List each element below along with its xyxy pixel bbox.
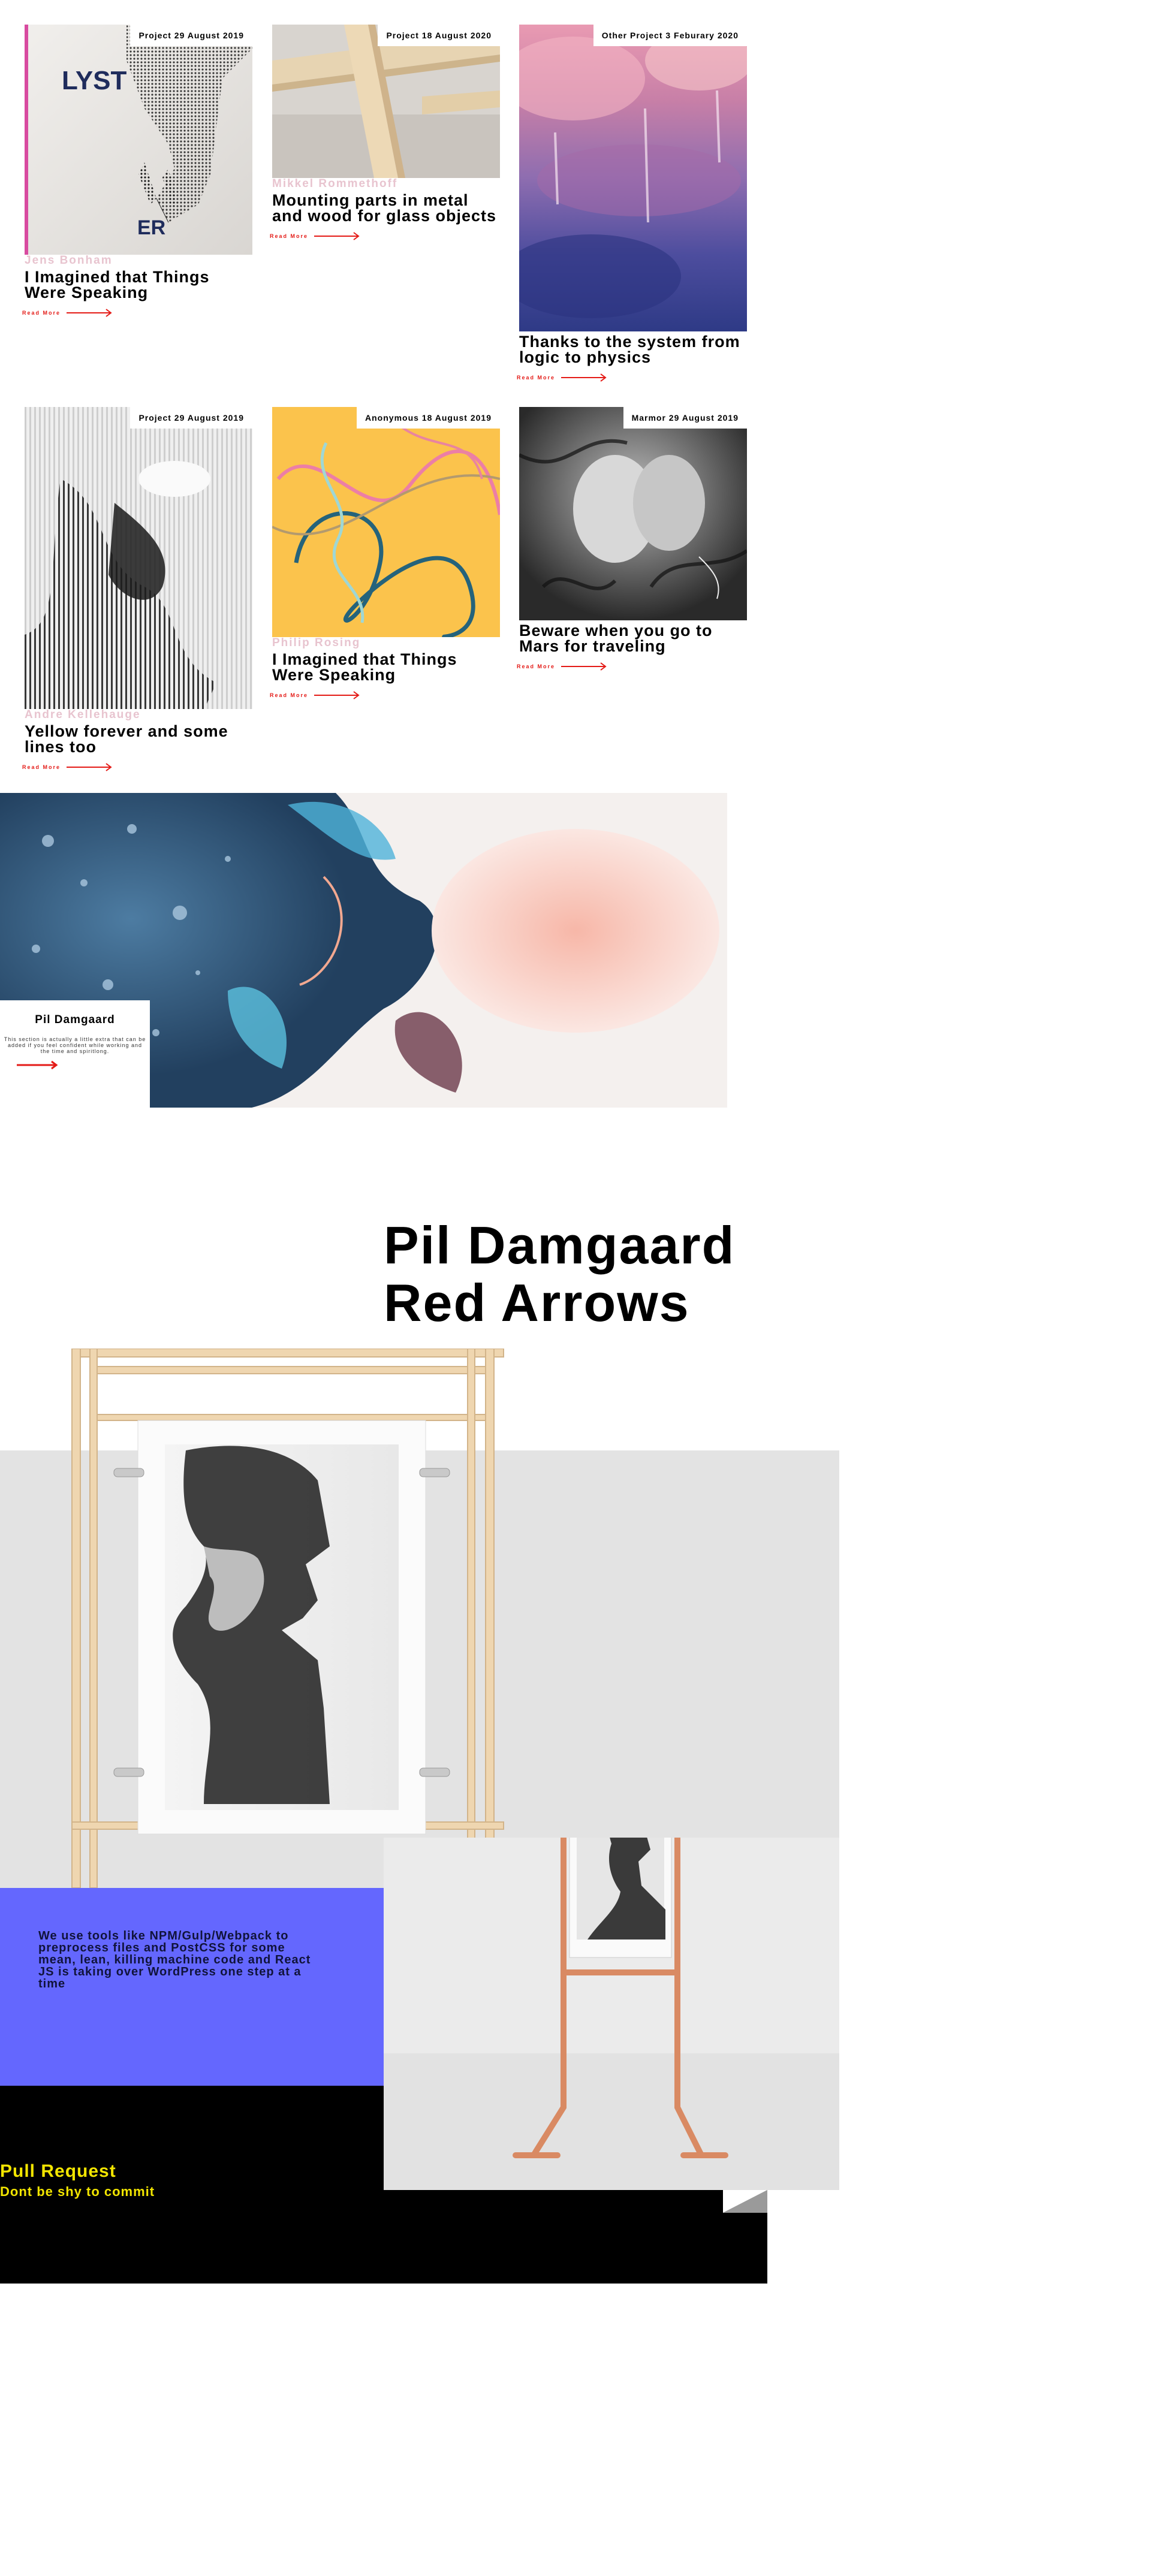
- copper-stand-image: [384, 1838, 839, 2190]
- project-card[interactable]: Marmor 29 August 2019 Beware when you go…: [517, 407, 747, 671]
- date-badge: Project 29 August 2019: [130, 407, 252, 429]
- arrow-right-icon: [561, 373, 607, 382]
- date-badge: Project 18 August 2020: [378, 25, 500, 46]
- read-more-label: Read More: [270, 692, 309, 698]
- marble-stone-photo-image: [519, 407, 747, 620]
- card-image[interactable]: LYST ER Project 29 August 2019: [25, 25, 252, 255]
- poster-text-top: LYST: [62, 66, 127, 95]
- card-image[interactable]: Project 29 August 2019: [25, 407, 252, 709]
- read-more-link[interactable]: Read More: [517, 662, 747, 671]
- read-more-label: Read More: [517, 375, 556, 381]
- tools-panel: We use tools like NPM/Gulp/Webpack to pr…: [0, 1888, 384, 2086]
- read-more-link[interactable]: Read More: [517, 373, 747, 382]
- wooden-stand-image: [66, 1348, 510, 1889]
- poster-text-bottom: ER: [137, 216, 165, 239]
- read-more-link[interactable]: Read More: [270, 691, 500, 699]
- read-more-link[interactable]: Read More: [22, 309, 252, 317]
- yellow-lines-drawing-image: [272, 407, 500, 637]
- hero-description: This section is actually a little extra …: [4, 1036, 146, 1054]
- arrow-right-icon[interactable]: [17, 1060, 59, 1070]
- project-card[interactable]: Project 18 August 2020 Mikkel Rommethoff…: [270, 25, 500, 240]
- arrow-right-icon: [314, 232, 360, 240]
- read-more-link[interactable]: Read More: [270, 232, 500, 240]
- copper-stand-profile-poster: [384, 1838, 839, 2190]
- arrow-right-icon: [561, 662, 607, 671]
- arrow-right-icon: [314, 691, 360, 699]
- card-title[interactable]: I Imagined that Things Were Speaking: [272, 651, 500, 683]
- black-white-distorted-print-image: [25, 407, 252, 709]
- pink-purple-abstract-painting-image: [519, 25, 747, 331]
- card-author: Andre Kellehauge: [25, 708, 141, 721]
- card-title[interactable]: Mounting parts in metal and wood for gla…: [272, 192, 500, 224]
- wooden-stand-face-poster: [71, 1348, 504, 1889]
- card-title[interactable]: Beware when you go to Mars for traveling: [519, 623, 747, 654]
- project-card[interactable]: LYST ER Project 29 August 2019 Jens Bonh…: [22, 25, 252, 317]
- pull-request-title[interactable]: Pull Request: [0, 2161, 116, 2182]
- read-more-label: Read More: [270, 233, 309, 239]
- card-title[interactable]: I Imagined that Things Were Speaking: [25, 269, 252, 301]
- feature-title-line1: Pil Damgaard: [384, 1215, 736, 1275]
- date-badge: Anonymous 18 August 2019: [357, 407, 500, 429]
- date-badge: Other Project 3 Feburary 2020: [593, 25, 747, 46]
- arrow-right-icon: [67, 763, 112, 771]
- project-card[interactable]: Project 29 August 2019 Andre Kellehauge …: [22, 407, 252, 771]
- arrow-right-icon: [67, 309, 112, 317]
- card-title[interactable]: Yellow forever and some lines too: [25, 723, 252, 755]
- lyst-poster-hand-image: LYST ER: [25, 25, 252, 255]
- read-more-link[interactable]: Read More: [22, 763, 252, 771]
- read-more-label: Read More: [517, 663, 556, 669]
- project-card[interactable]: Anonymous 18 August 2019 Philip Rosing I…: [270, 407, 500, 699]
- card-image[interactable]: Marmor 29 August 2019: [519, 407, 747, 620]
- read-more-label: Read More: [22, 310, 61, 316]
- hero-caption-box: Pil Damgaard This section is actually a …: [0, 1000, 150, 1108]
- card-author: Mikkel Rommethoff: [272, 177, 398, 190]
- card-image[interactable]: Anonymous 18 August 2019: [272, 407, 500, 637]
- page-fold-corner: [723, 2190, 767, 2213]
- feature-title-line2: Red Arrows: [384, 1273, 690, 1332]
- date-badge: Project 29 August 2019: [130, 25, 252, 46]
- feature-title: Pil Damgaard Red Arrows: [384, 1217, 983, 1332]
- tools-text: We use tools like NPM/Gulp/Webpack to pr…: [38, 1929, 311, 1990]
- date-badge: Marmor 29 August 2019: [623, 407, 747, 429]
- card-author: Philip Rosing: [272, 637, 361, 649]
- card-image[interactable]: Project 18 August 2020: [272, 25, 500, 178]
- pull-request-subtitle: Dont be shy to commit: [0, 2184, 155, 2199]
- project-card[interactable]: Other Project 3 Feburary 2020 Thanks to …: [517, 25, 747, 382]
- card-title[interactable]: Thanks to the system from logic to physi…: [519, 334, 747, 366]
- card-author: Jens Bonham: [25, 254, 113, 267]
- card-image[interactable]: Other Project 3 Feburary 2020: [519, 25, 747, 331]
- hero-name: Pil Damgaard: [35, 1013, 115, 1026]
- read-more-label: Read More: [22, 764, 61, 770]
- wooden-frame-joint-image: [272, 25, 500, 178]
